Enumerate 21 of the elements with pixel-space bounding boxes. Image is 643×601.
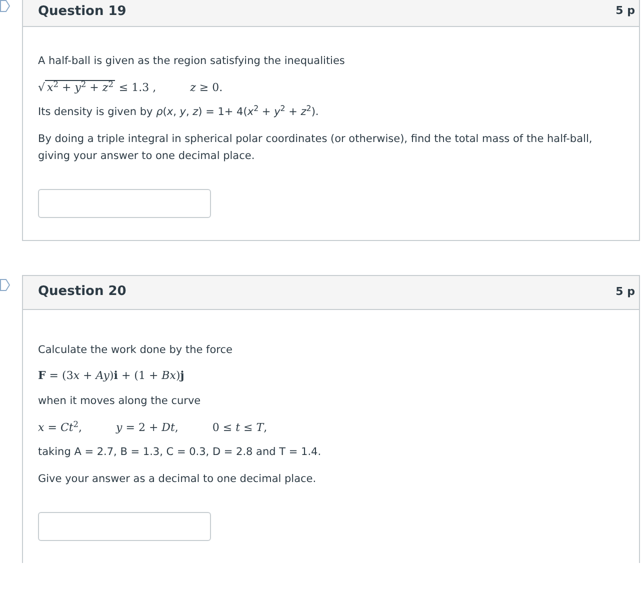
math-expression: y = 2 + Dt,: [116, 420, 178, 436]
question-title: Question 20: [38, 283, 126, 302]
question-text: By doing a triple integral in spherical polar coordinates (or otherwise), find the total mass of the half-ball, giving your answer to one decimal place.: [38, 132, 594, 164]
math-expression: z ≥ 0.: [190, 80, 223, 96]
question-points: 5 p: [616, 284, 635, 300]
question-text: taking A = 2.7, B = 1.3, C = 0.3, D = 2.8 and T = 1.4.: [38, 445, 322, 460]
question-title: Question 19: [38, 2, 126, 21]
answer-field[interactable]: [38, 512, 211, 541]
question-text: when it moves along the curve: [38, 394, 202, 409]
question-text: A half-ball is given as the region satisfying the inequalities: [38, 54, 346, 69]
question-text: Give your answer as a decimal to one decimal place.: [38, 472, 318, 488]
flag-icon[interactable]: [0, 0, 10, 12]
math-expression: 0 ≤ t ≤ T,: [212, 420, 268, 436]
question-text: Its density is given by ρ(x, y, z) = 1+ 4(x$^{2}$ + y$^{2}$ + z$^{2}$).: [38, 104, 320, 120]
question-text: Calculate the work done by the force: [38, 342, 234, 358]
question-points: 5 p: [616, 3, 635, 20]
flag-icon[interactable]: [0, 278, 10, 291]
answer-field[interactable]: [38, 188, 211, 218]
math-expression: F = (3x + Ay)i + (1 + Bx)j: [38, 368, 184, 384]
math-expression: √ x$^{2}$ + y$^{2}$ + z$^{2}$ ≤ 1.3 ,: [38, 80, 156, 96]
math-expression: x = Ct$^{2}$,: [38, 420, 82, 436]
